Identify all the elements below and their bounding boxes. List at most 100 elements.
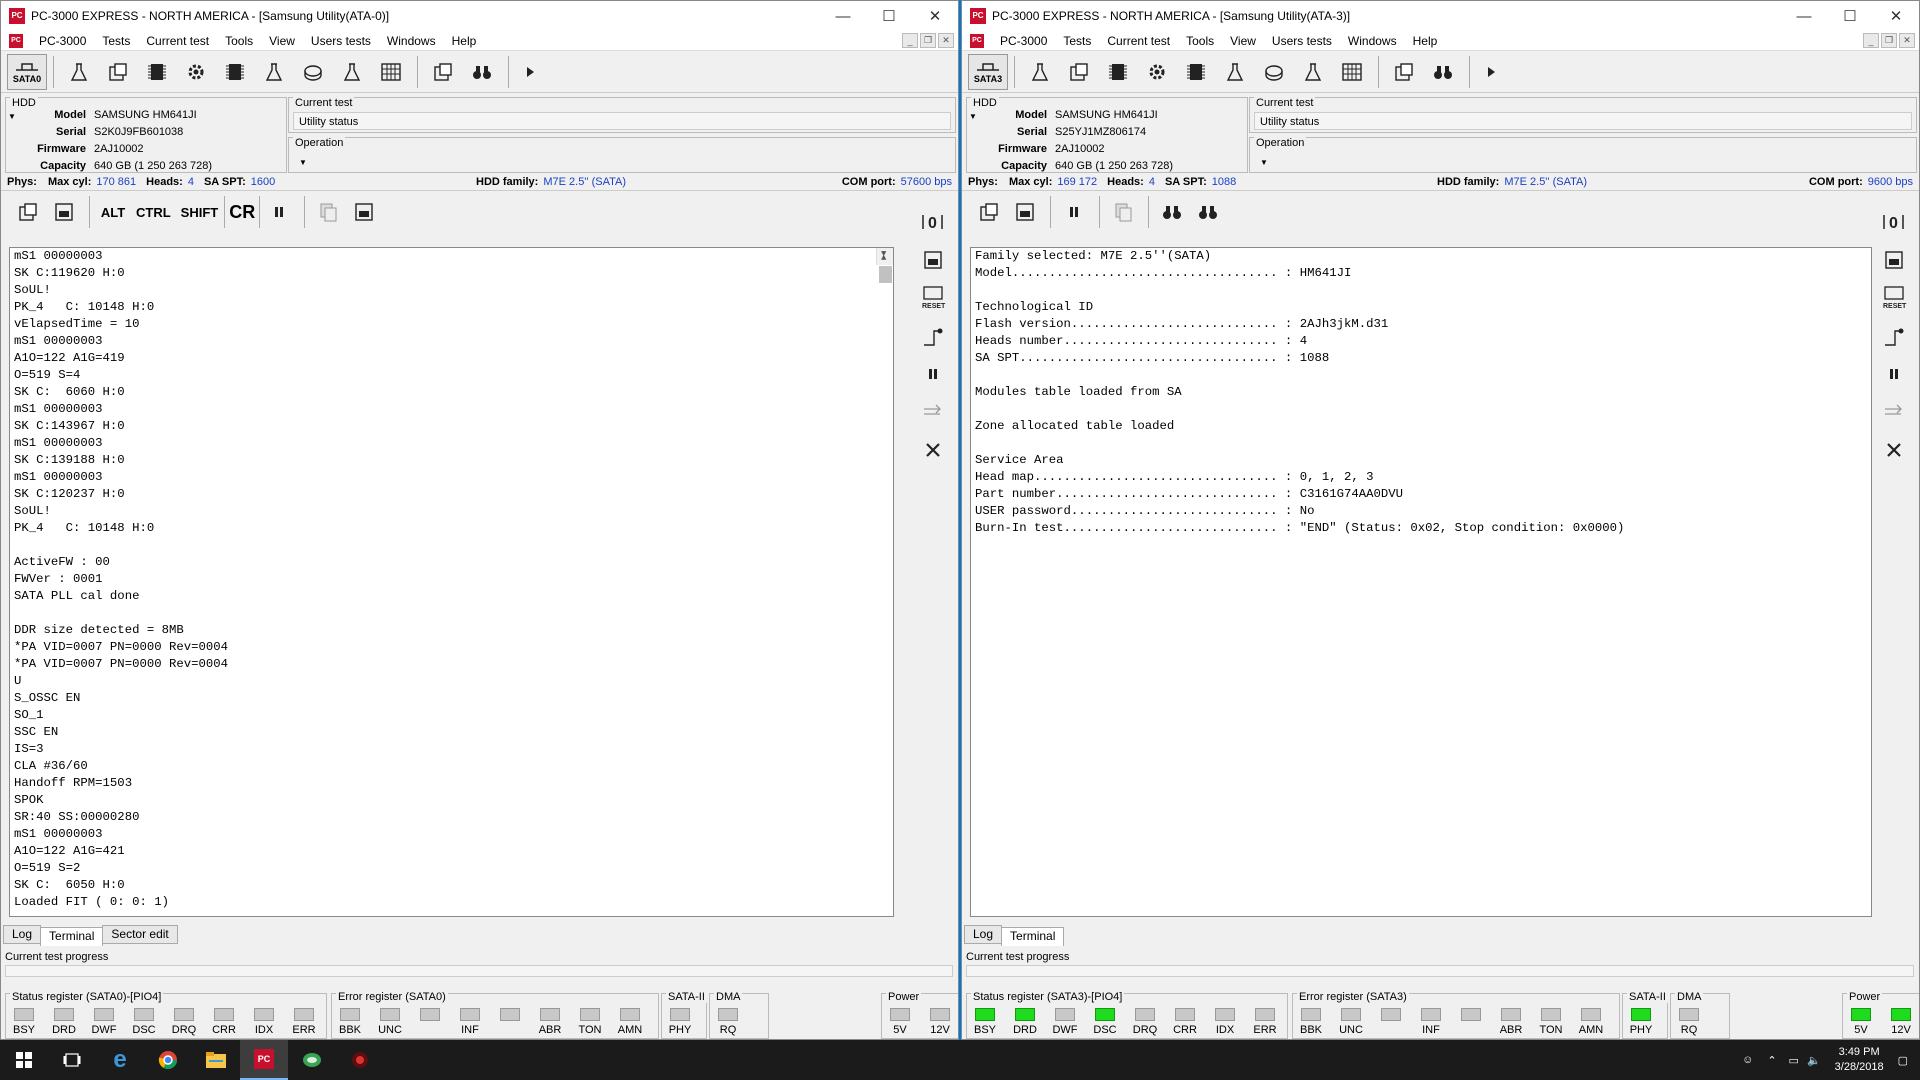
toolbar-copy-icon[interactable] bbox=[1385, 54, 1423, 90]
zero-icon[interactable]: 0 bbox=[920, 203, 946, 241]
toolbar-lab-icon[interactable] bbox=[60, 54, 98, 90]
operation-dropdown-icon[interactable]: ▼ bbox=[1260, 158, 1268, 167]
toolbar-disk-icon[interactable] bbox=[1255, 54, 1293, 90]
tab-terminal[interactable]: Terminal bbox=[1001, 927, 1065, 946]
toolbar-gear-icon[interactable] bbox=[177, 54, 215, 90]
side-arrows-icon[interactable] bbox=[920, 393, 946, 431]
menu-help[interactable]: Help bbox=[1405, 34, 1446, 48]
tab-terminal[interactable]: Terminal bbox=[40, 927, 104, 946]
toolbar-chip-icon[interactable] bbox=[216, 54, 254, 90]
tab-log[interactable]: Log bbox=[964, 925, 1003, 944]
menu-tests[interactable]: Tests bbox=[94, 34, 138, 48]
reset-icon[interactable]: RESET bbox=[1881, 279, 1907, 317]
people-icon[interactable]: ☺ bbox=[1742, 1054, 1753, 1066]
volume-icon[interactable]: 🔈 bbox=[1807, 1054, 1821, 1067]
pause-icon[interactable] bbox=[262, 196, 296, 228]
menu-windows[interactable]: Windows bbox=[1340, 34, 1405, 48]
play-icon[interactable] bbox=[1476, 54, 1506, 90]
collapse-icon[interactable]: ▼ bbox=[969, 112, 977, 121]
maximize-button[interactable]: ☐ bbox=[866, 1, 912, 31]
save-file-icon[interactable] bbox=[1008, 196, 1042, 228]
menu-tests[interactable]: Tests bbox=[1055, 34, 1099, 48]
operation-dropdown-icon[interactable]: ▼ bbox=[299, 158, 307, 167]
menu-view[interactable]: View bbox=[1222, 34, 1264, 48]
toolbar-grid-icon[interactable] bbox=[372, 54, 410, 90]
menu-pc-3000[interactable]: PC-3000 bbox=[992, 34, 1055, 48]
minimize-button[interactable]: — bbox=[820, 1, 866, 31]
side-pause-icon[interactable] bbox=[926, 355, 940, 393]
menu-app-icon[interactable]: PC bbox=[970, 33, 984, 48]
alt-button[interactable]: ALT bbox=[96, 196, 130, 228]
menu-pc-3000[interactable]: PC-3000 bbox=[31, 34, 94, 48]
toolbar-lab-icon[interactable] bbox=[1216, 54, 1254, 90]
notifications-icon[interactable]: ▢ bbox=[1898, 1054, 1908, 1067]
open-file-icon[interactable] bbox=[11, 196, 45, 228]
menu-current-test[interactable]: Current test bbox=[1099, 34, 1178, 48]
print-icon[interactable] bbox=[347, 196, 381, 228]
tools-icon[interactable] bbox=[924, 431, 942, 469]
copy-icon[interactable] bbox=[311, 196, 345, 228]
menu-windows[interactable]: Windows bbox=[379, 34, 444, 48]
power-pin-icon[interactable] bbox=[920, 317, 946, 355]
toolbar-lab-icon[interactable] bbox=[1294, 54, 1332, 90]
play-icon[interactable] bbox=[515, 54, 545, 90]
shift-button[interactable]: SHIFT bbox=[177, 196, 223, 228]
chrome-icon[interactable] bbox=[144, 1040, 192, 1080]
ctrl-button[interactable]: CTRL bbox=[132, 196, 175, 228]
toolbar-lab-icon[interactable] bbox=[255, 54, 293, 90]
minimize-button[interactable]: — bbox=[1781, 1, 1827, 31]
tools-icon[interactable] bbox=[1885, 431, 1903, 469]
sd-card-icon[interactable] bbox=[922, 241, 944, 279]
toolbar-user-icon[interactable] bbox=[1424, 54, 1462, 90]
binoculars-next-icon[interactable] bbox=[1191, 196, 1225, 228]
cr-button[interactable]: CR bbox=[224, 196, 261, 228]
pause-icon[interactable] bbox=[1057, 196, 1091, 228]
edge-icon[interactable]: e bbox=[96, 1040, 144, 1080]
toolbar-doc-icon[interactable] bbox=[1060, 54, 1098, 90]
maximize-button[interactable]: ☐ bbox=[1827, 1, 1873, 31]
app-icon-red[interactable] bbox=[336, 1040, 384, 1080]
terminal-scrollbar[interactable]: ▲ ▼ bbox=[876, 248, 893, 283]
save-file-icon[interactable] bbox=[47, 196, 81, 228]
mdi-minimize-button[interactable]: _ bbox=[1863, 33, 1879, 48]
toolbar-lab-icon[interactable] bbox=[333, 54, 371, 90]
binoculars-icon[interactable] bbox=[1155, 196, 1189, 228]
app-icon-green[interactable] bbox=[288, 1040, 336, 1080]
mdi-restore-button[interactable]: ❐ bbox=[1881, 33, 1897, 48]
file-explorer-icon[interactable] bbox=[192, 1040, 240, 1080]
terminal-output[interactable]: mS1 00000003 SK C:119620 H:0 SoUL! PK_4 C: … bbox=[9, 247, 894, 917]
terminal-output[interactable]: Family selected: M7E 2.5''(SATA) Model...… bbox=[970, 247, 1872, 917]
pc3000-taskbar-icon[interactable]: PC bbox=[240, 1040, 288, 1080]
network-icon[interactable]: ▭ bbox=[1789, 1054, 1799, 1067]
clock[interactable]: 3:49 PM 3/28/2018 bbox=[1835, 1045, 1884, 1075]
menu-view[interactable]: View bbox=[261, 34, 303, 48]
open-file-icon[interactable] bbox=[972, 196, 1006, 228]
zero-icon[interactable]: 0 bbox=[1881, 203, 1907, 241]
toolbar-grid-icon[interactable] bbox=[1333, 54, 1371, 90]
mdi-close-button[interactable]: ✕ bbox=[938, 33, 954, 48]
reset-icon[interactable]: RESET bbox=[920, 279, 946, 317]
tab-log[interactable]: Log bbox=[3, 925, 42, 944]
port-button[interactable]: SATA3 bbox=[968, 53, 1008, 90]
toolbar-lab-icon[interactable] bbox=[1021, 54, 1059, 90]
toolbar-doc-icon[interactable] bbox=[99, 54, 137, 90]
menu-help[interactable]: Help bbox=[444, 34, 485, 48]
toolbar-chip-icon[interactable] bbox=[1177, 54, 1215, 90]
sd-card-icon[interactable] bbox=[1883, 241, 1905, 279]
start-button[interactable] bbox=[0, 1040, 48, 1080]
mdi-close-button[interactable]: ✕ bbox=[1899, 33, 1915, 48]
mdi-restore-button[interactable]: ❐ bbox=[920, 33, 936, 48]
menu-app-icon[interactable]: PC bbox=[9, 33, 23, 48]
menu-current-test[interactable]: Current test bbox=[138, 34, 217, 48]
toolbar-user-icon[interactable] bbox=[463, 54, 501, 90]
port-button[interactable]: SATA0 bbox=[7, 53, 47, 90]
task-view-icon[interactable] bbox=[48, 1040, 96, 1080]
menu-users-tests[interactable]: Users tests bbox=[303, 34, 379, 48]
menu-tools[interactable]: Tools bbox=[217, 34, 261, 48]
scroll-thumb[interactable] bbox=[879, 266, 892, 283]
scroll-down-icon[interactable]: ▼ bbox=[881, 248, 886, 263]
side-pause-icon[interactable] bbox=[1887, 355, 1901, 393]
menu-users-tests[interactable]: Users tests bbox=[1264, 34, 1340, 48]
tab-sector-edit[interactable]: Sector edit bbox=[102, 925, 178, 944]
toolbar-gear-icon[interactable] bbox=[1138, 54, 1176, 90]
